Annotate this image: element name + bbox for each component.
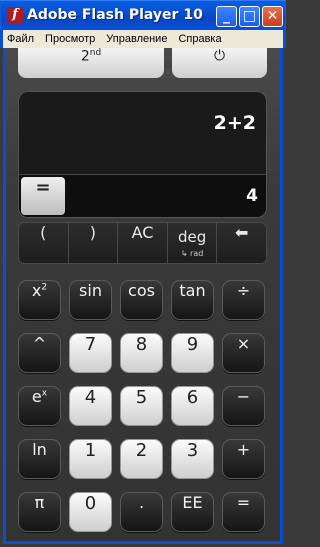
menu-view[interactable]: Просмотр: [45, 33, 95, 45]
right-paren-button[interactable]: ): [69, 223, 119, 263]
menu-control[interactable]: Управление: [106, 33, 167, 45]
deg-label: deg: [177, 228, 207, 246]
equals-button[interactable]: =: [222, 492, 265, 532]
x2-sup: 2: [41, 282, 48, 293]
result-row: = 4: [19, 174, 266, 217]
plus-button[interactable]: +: [222, 439, 265, 479]
cos-button[interactable]: cos: [120, 280, 163, 320]
sin-button[interactable]: sin: [69, 280, 112, 320]
square-button[interactable]: x2: [18, 280, 61, 320]
pi-button[interactable]: π: [18, 492, 61, 532]
maximize-button[interactable]: □: [239, 6, 260, 27]
display-equals-tab[interactable]: =: [21, 177, 65, 215]
all-clear-button[interactable]: AC: [118, 223, 168, 263]
flash-app-icon: f: [7, 7, 23, 23]
title-bar: f Adobe Flash Player 10 _ □ ✕: [0, 0, 286, 30]
close-button[interactable]: ✕: [262, 6, 283, 27]
window-title: Adobe Flash Player 10: [27, 7, 203, 23]
ln-button[interactable]: ln: [18, 439, 61, 479]
tan-button[interactable]: tan: [171, 280, 214, 320]
minimize-button[interactable]: _: [216, 6, 237, 27]
x2-label: x: [31, 281, 42, 300]
second-sup: nd: [89, 48, 102, 58]
digit-0-button[interactable]: 0: [69, 492, 112, 532]
decimal-point-button[interactable]: .: [120, 492, 163, 532]
menu-bar: Файл Просмотр Управление Справка: [0, 30, 286, 48]
multiply-button[interactable]: ×: [222, 333, 265, 373]
menu-file[interactable]: Файл: [7, 33, 34, 45]
rad-sublabel: ↳ rad: [180, 249, 204, 258]
backspace-button[interactable]: ⬅: [217, 223, 266, 263]
digit-4-button[interactable]: 4: [69, 386, 112, 426]
digit-9-button[interactable]: 9: [171, 333, 214, 373]
power-button[interactable]: ⏻: [172, 48, 267, 78]
backspace-arrow-icon: ⬅: [234, 223, 249, 242]
digit-1-button[interactable]: 1: [69, 439, 112, 479]
result-text: 4: [246, 186, 258, 206]
exponent-button[interactable]: ^: [18, 333, 61, 373]
digit-2-button[interactable]: 2: [120, 439, 163, 479]
function-row: ( ) AC deg ↳ rad ⬅: [18, 222, 267, 264]
second-label: 2: [80, 48, 90, 65]
calculator-display: 2+2 = 4: [18, 91, 267, 218]
digit-3-button[interactable]: 3: [171, 439, 214, 479]
expression-text: 2+2: [213, 112, 256, 134]
digit-6-button[interactable]: 6: [171, 386, 214, 426]
ee-button[interactable]: EE: [171, 492, 214, 532]
digit-8-button[interactable]: 8: [120, 333, 163, 373]
digit-7-button[interactable]: 7: [69, 333, 112, 373]
power-icon: ⏻: [213, 48, 226, 64]
exp-button[interactable]: ex: [18, 386, 61, 426]
menu-help[interactable]: Справка: [178, 33, 221, 45]
divide-button[interactable]: ÷: [222, 280, 265, 320]
ex-sup: x: [41, 388, 48, 399]
digit-5-button[interactable]: 5: [120, 386, 163, 426]
deg-rad-toggle[interactable]: deg ↳ rad: [168, 223, 218, 263]
second-function-button[interactable]: 2nd: [18, 48, 164, 78]
minus-button[interactable]: −: [222, 386, 265, 426]
ex-label: e: [31, 387, 42, 406]
left-paren-button[interactable]: (: [19, 223, 69, 263]
